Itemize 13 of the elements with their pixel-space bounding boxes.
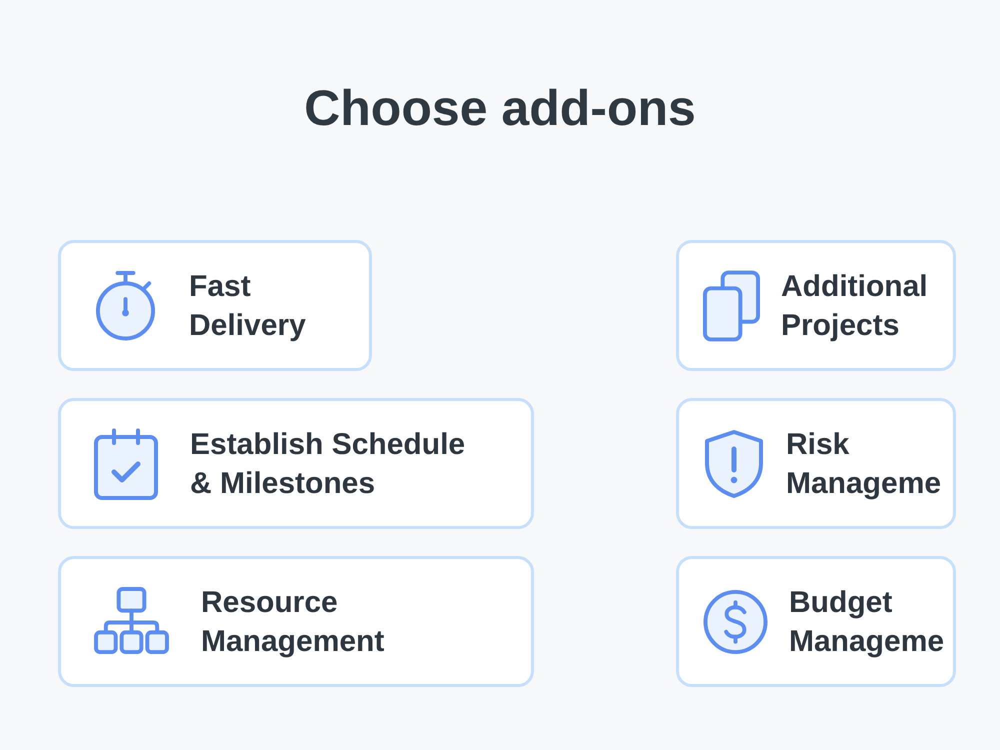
addon-option[interactable]: Resource Management xyxy=(58,556,534,687)
shield-exclamation-icon xyxy=(703,428,765,498)
dollar-coin-icon xyxy=(703,588,768,654)
pages-icon xyxy=(703,270,760,342)
hierarchy-icon xyxy=(94,587,169,656)
addon-option[interactable]: Fast Delivery xyxy=(58,240,372,371)
addon-option[interactable]: Risk Manageme xyxy=(676,398,956,529)
addon-option[interactable]: Additional Projects xyxy=(676,240,956,371)
addon-option[interactable]: Establish Schedule & Milestones xyxy=(58,398,534,529)
page-title: Choose add-ons xyxy=(303,79,697,138)
calendar-check-icon xyxy=(94,428,158,500)
addon-option[interactable]: Budget Manageme xyxy=(676,556,956,687)
stopwatch-icon xyxy=(94,268,157,342)
